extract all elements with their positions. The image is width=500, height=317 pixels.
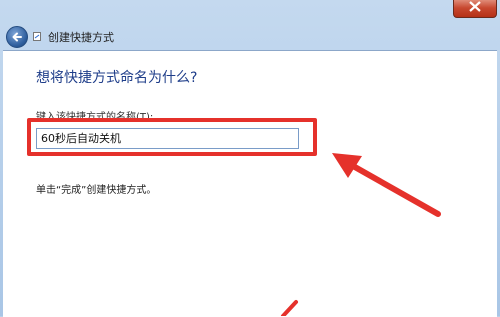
annotation-arrows (281, 153, 441, 316)
red-arrow-icon (332, 153, 441, 217)
create-shortcut-window: 创建快捷方式 想将快捷方式命名为什么? 键入该快捷方式的名称(T): 60秒后自… (0, 0, 500, 317)
red-arrow-icon-partial (281, 300, 298, 316)
